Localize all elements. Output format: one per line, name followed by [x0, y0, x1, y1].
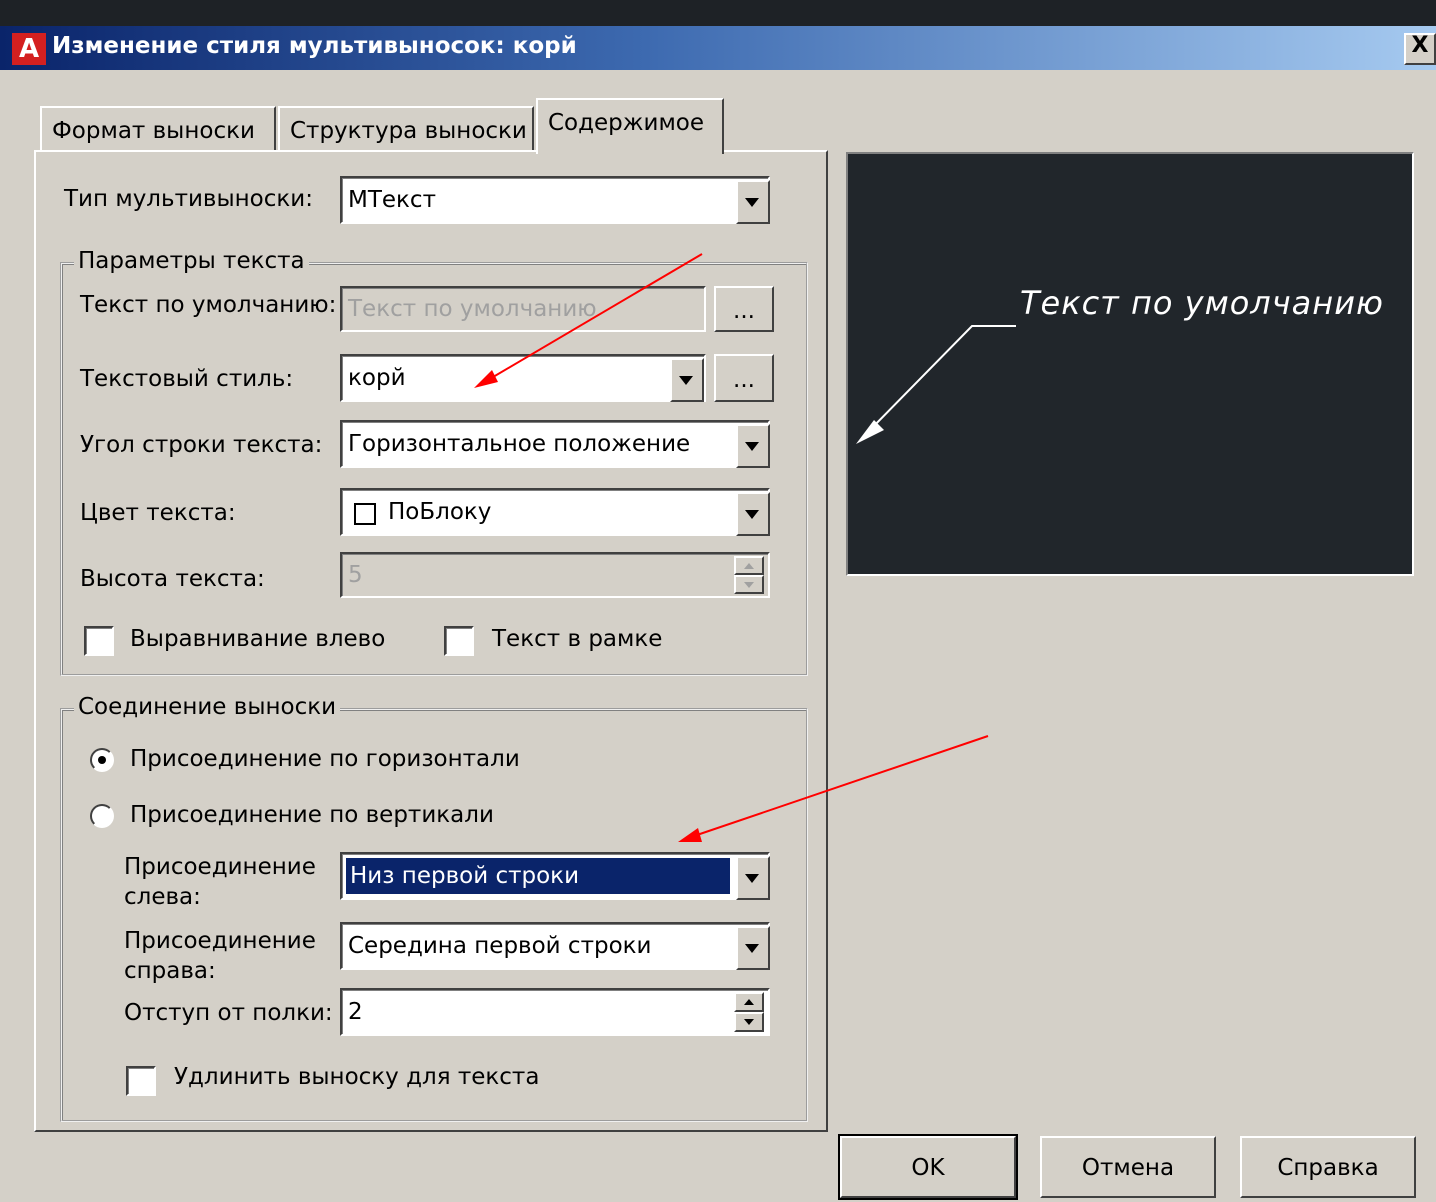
- chevron-down-icon[interactable]: [736, 492, 770, 536]
- landing-gap-label: Отступ от полки:: [124, 1000, 333, 1026]
- extend-leader-checkbox[interactable]: [126, 1066, 156, 1096]
- vertical-attachment-radio[interactable]: [90, 804, 114, 828]
- leader-connection-title: Соединение выноски: [74, 694, 341, 720]
- text-color-label: Цвет текста:: [80, 500, 236, 526]
- text-height-spinner: [734, 556, 764, 594]
- spin-up-icon: [734, 556, 764, 575]
- text-style-label-text: Текстовый стиль:: [80, 366, 294, 392]
- autocad-logo-icon: A: [12, 33, 46, 65]
- left-attachment-select[interactable]: Низ первой строки: [340, 852, 770, 900]
- tab-leader-structure[interactable]: Структура выноски: [278, 106, 534, 152]
- frame-text-checkbox[interactable]: [444, 626, 474, 656]
- text-style-value: корй: [348, 365, 406, 391]
- right-attachment-value: Середина первой строки: [348, 933, 652, 959]
- left-attachment-label-line2: слева:: [124, 884, 201, 910]
- close-button[interactable]: X: [1404, 33, 1436, 65]
- right-attachment-select[interactable]: Середина первой строки: [340, 922, 770, 970]
- text-height-value: 5: [348, 562, 363, 588]
- landing-gap-value: 2: [348, 999, 363, 1025]
- chevron-down-icon[interactable]: [736, 926, 770, 970]
- text-angle-value: Горизонтальное положение: [348, 431, 691, 457]
- tab-content[interactable]: Содержимое: [536, 98, 724, 154]
- cancel-button[interactable]: Отмена: [1040, 1136, 1216, 1198]
- text-style-browse-button[interactable]: ...: [714, 354, 774, 402]
- spin-down-icon: [734, 575, 764, 594]
- chevron-down-icon[interactable]: [736, 856, 770, 900]
- default-text-value: Текст по умолчанию: [348, 296, 597, 322]
- preview-text: Текст по умолчанию: [1020, 284, 1384, 322]
- dialog-title: Изменение стиля мультивыносок: корй: [52, 33, 577, 59]
- text-style-select[interactable]: корй: [340, 354, 706, 402]
- text-angle-label: Угол строки текста:: [80, 432, 323, 458]
- chevron-down-icon[interactable]: [670, 358, 704, 402]
- left-attachment-value: Низ первой строки: [350, 863, 580, 889]
- default-text-label: Текст по умолчанию:: [80, 292, 337, 318]
- extend-leader-label: Удлинить выноску для текста: [174, 1064, 540, 1090]
- text-color-value: ПоБлоку: [388, 499, 492, 525]
- spin-up-icon[interactable]: [734, 992, 764, 1012]
- preview-pane: [846, 152, 1414, 576]
- multileader-type-select[interactable]: МТекст: [340, 176, 770, 224]
- text-color-select[interactable]: ПоБлоку: [340, 488, 770, 536]
- text-angle-select[interactable]: Горизонтальное положение: [340, 420, 770, 468]
- horizontal-attachment-radio[interactable]: [90, 748, 114, 772]
- left-justify-label: Выравнивание влево: [130, 626, 386, 652]
- multileader-type-value: МТекст: [348, 187, 436, 213]
- multileader-type-label: Тип мультивыноски:: [64, 186, 313, 212]
- ok-button[interactable]: OK: [838, 1134, 1018, 1200]
- right-attachment-label-line1: Присоединение: [124, 928, 316, 954]
- landing-gap-spinner[interactable]: [734, 992, 764, 1032]
- text-height-label: Высота текста:: [80, 566, 265, 592]
- left-attachment-label-line1: Присоединение: [124, 854, 316, 880]
- color-swatch-icon: [354, 503, 376, 525]
- taskbar-strip: [0, 0, 1436, 26]
- help-button[interactable]: Справка: [1240, 1136, 1416, 1198]
- default-text-field: Текст по умолчанию: [340, 286, 706, 332]
- text-height-field: 5: [340, 552, 770, 598]
- spin-down-icon[interactable]: [734, 1012, 764, 1032]
- frame-text-label: Текст в рамке: [492, 626, 663, 652]
- landing-gap-field[interactable]: 2: [340, 988, 770, 1036]
- chevron-down-icon[interactable]: [736, 180, 770, 224]
- chevron-down-icon[interactable]: [736, 424, 770, 468]
- tab-leader-format[interactable]: Формат выноски: [40, 106, 276, 152]
- vertical-attachment-label: Присоединение по вертикали: [130, 802, 494, 828]
- left-justify-checkbox[interactable]: [84, 626, 114, 656]
- right-attachment-label-line2: справа:: [124, 958, 216, 984]
- horizontal-attachment-label: Присоединение по горизонтали: [130, 746, 520, 772]
- default-text-browse-button[interactable]: ...: [714, 286, 774, 332]
- text-options-title: Параметры текста: [74, 248, 309, 274]
